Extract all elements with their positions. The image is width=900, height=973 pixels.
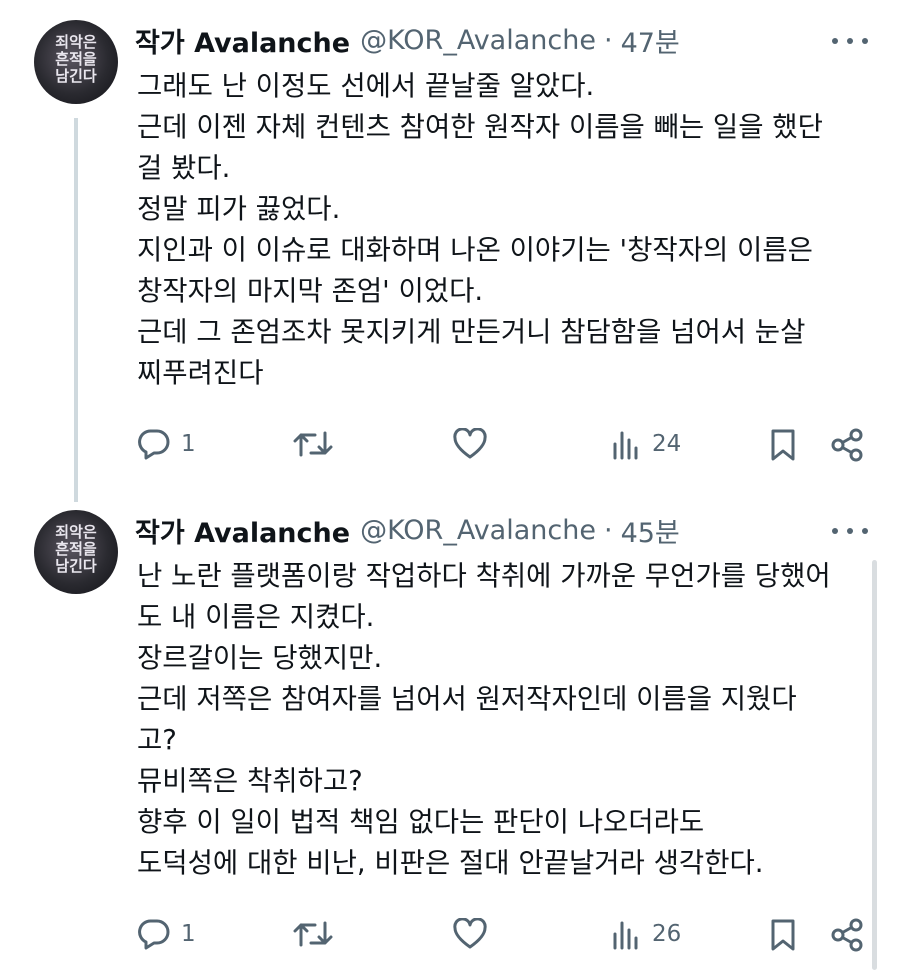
reply-count: 1: [181, 921, 196, 947]
avatar[interactable]: 죄악은 흔적을 남긴다: [34, 510, 118, 594]
bookmark-icon: [771, 429, 795, 461]
tweet-header: 작가 Avalanche @KOR_Avalanche · 47분: [135, 20, 680, 60]
avatar-artwork-text: 죄악은 흔적을 남긴다: [55, 523, 97, 575]
timestamp[interactable]: 47분: [621, 21, 680, 60]
tweet[interactable]: 죄악은 흔적을 남긴다 작가 Avalanche @KOR_Avalanche …: [0, 490, 900, 973]
timestamp[interactable]: 45분: [621, 511, 680, 550]
avatar[interactable]: 죄악은 흔적을 남긴다: [34, 20, 118, 104]
author-name[interactable]: 작가 Avalanche: [135, 511, 350, 550]
author-handle[interactable]: @KOR_Avalanche: [360, 515, 596, 546]
tweet-text-line: 근데 그 존엄조차 못지키게 만든거니 참담함을 넘어서 눈살: [137, 316, 806, 348]
share-icon: [831, 918, 863, 952]
tweet-text-line: 근데 이젠 자체 컨텐츠 참여한 원작자 이름을 빼는 일을 했단: [137, 111, 823, 143]
share-button[interactable]: [829, 427, 865, 463]
reply-icon: [138, 919, 170, 950]
tweet-text: 그래도 난 이정도 선에서 끝날줄 알았다. 근데 이젠 자체 컨텐츠 참여한 …: [137, 66, 867, 394]
tweet-actions: 1 26: [0, 912, 900, 956]
repost-button[interactable]: [293, 428, 343, 460]
reply-icon: [138, 429, 170, 460]
repost-icon: [293, 431, 333, 457]
tweet-text-line: 창작자의 마지막 존엄' 이었다.: [137, 275, 484, 307]
like-icon: [453, 918, 487, 949]
tweet-header: 작가 Avalanche @KOR_Avalanche · 45분: [135, 510, 680, 550]
share-icon: [831, 428, 863, 462]
share-button[interactable]: [829, 917, 865, 953]
tweet-text-line: 지인과 이 이슈로 대화하며 나온 이야기는 '창작자의 이름은: [137, 234, 813, 266]
author-name[interactable]: 작가 Avalanche: [135, 21, 350, 60]
tweet-actions: 1 24: [0, 422, 900, 466]
repost-icon: [293, 921, 333, 947]
tweet-text-line: 근데 저쪽은 참여자를 넘어서 원저작자인데 이름을 지웠다: [137, 683, 797, 715]
like-button[interactable]: [452, 428, 498, 460]
tweet-text-line: 걸 봤다.: [137, 152, 231, 184]
tweet-text-line: 장르갈이는 당했지만.: [137, 642, 383, 674]
bookmark-button[interactable]: [768, 428, 798, 462]
more-icon[interactable]: [832, 521, 868, 541]
separator-dot: ·: [603, 514, 613, 546]
separator-dot: ·: [603, 24, 613, 56]
bookmark-icon: [771, 919, 795, 951]
tweet-text-line: 난 노란 플랫폼이랑 작업하다 착취에 가까운 무언가를 당했어: [137, 560, 831, 592]
views-icon: [613, 921, 638, 950]
tweet-text-line: 고?: [137, 724, 177, 756]
tweet-text-line: 도 내 이름은 지켰다.: [137, 601, 375, 633]
views-count: 26: [652, 921, 682, 947]
tweet-text-line: 그래도 난 이정도 선에서 끝날줄 알았다.: [137, 70, 595, 102]
tweet-text-line: 뮤비쪽은 착취하고?: [137, 765, 363, 797]
repost-button[interactable]: [293, 918, 343, 950]
reply-button[interactable]: 1: [137, 918, 196, 950]
tweet-text-line: 도덕성에 대한 비난, 비판은 절대 안끝날거라 생각한다.: [137, 847, 764, 879]
more-icon[interactable]: [832, 31, 868, 51]
views-icon: [613, 431, 638, 460]
bookmark-button[interactable]: [768, 918, 798, 952]
tweet-text-line: 찌푸려진다: [137, 357, 264, 389]
tweet-text-line: 향후 이 일이 법적 책임 없다는 판단이 나오더라도: [137, 806, 705, 838]
tweet-text-line: 정말 피가 끓었다.: [137, 193, 341, 225]
reply-count: 1: [181, 431, 196, 457]
avatar-artwork-text: 죄악은 흔적을 남긴다: [55, 33, 97, 85]
tweet[interactable]: 죄악은 흔적을 남긴다 작가 Avalanche @KOR_Avalanche …: [0, 0, 900, 490]
author-handle[interactable]: @KOR_Avalanche: [360, 25, 596, 56]
scrollbar[interactable]: [872, 560, 877, 970]
reply-button[interactable]: 1: [137, 428, 196, 460]
views-button[interactable]: 24: [610, 428, 681, 460]
like-button[interactable]: [452, 918, 498, 950]
views-count: 24: [652, 431, 682, 457]
tweet-text: 난 노란 플랫폼이랑 작업하다 착취에 가까운 무언가를 당했어 도 내 이름은…: [137, 556, 867, 884]
like-icon: [453, 428, 487, 459]
views-button[interactable]: 26: [610, 918, 681, 950]
